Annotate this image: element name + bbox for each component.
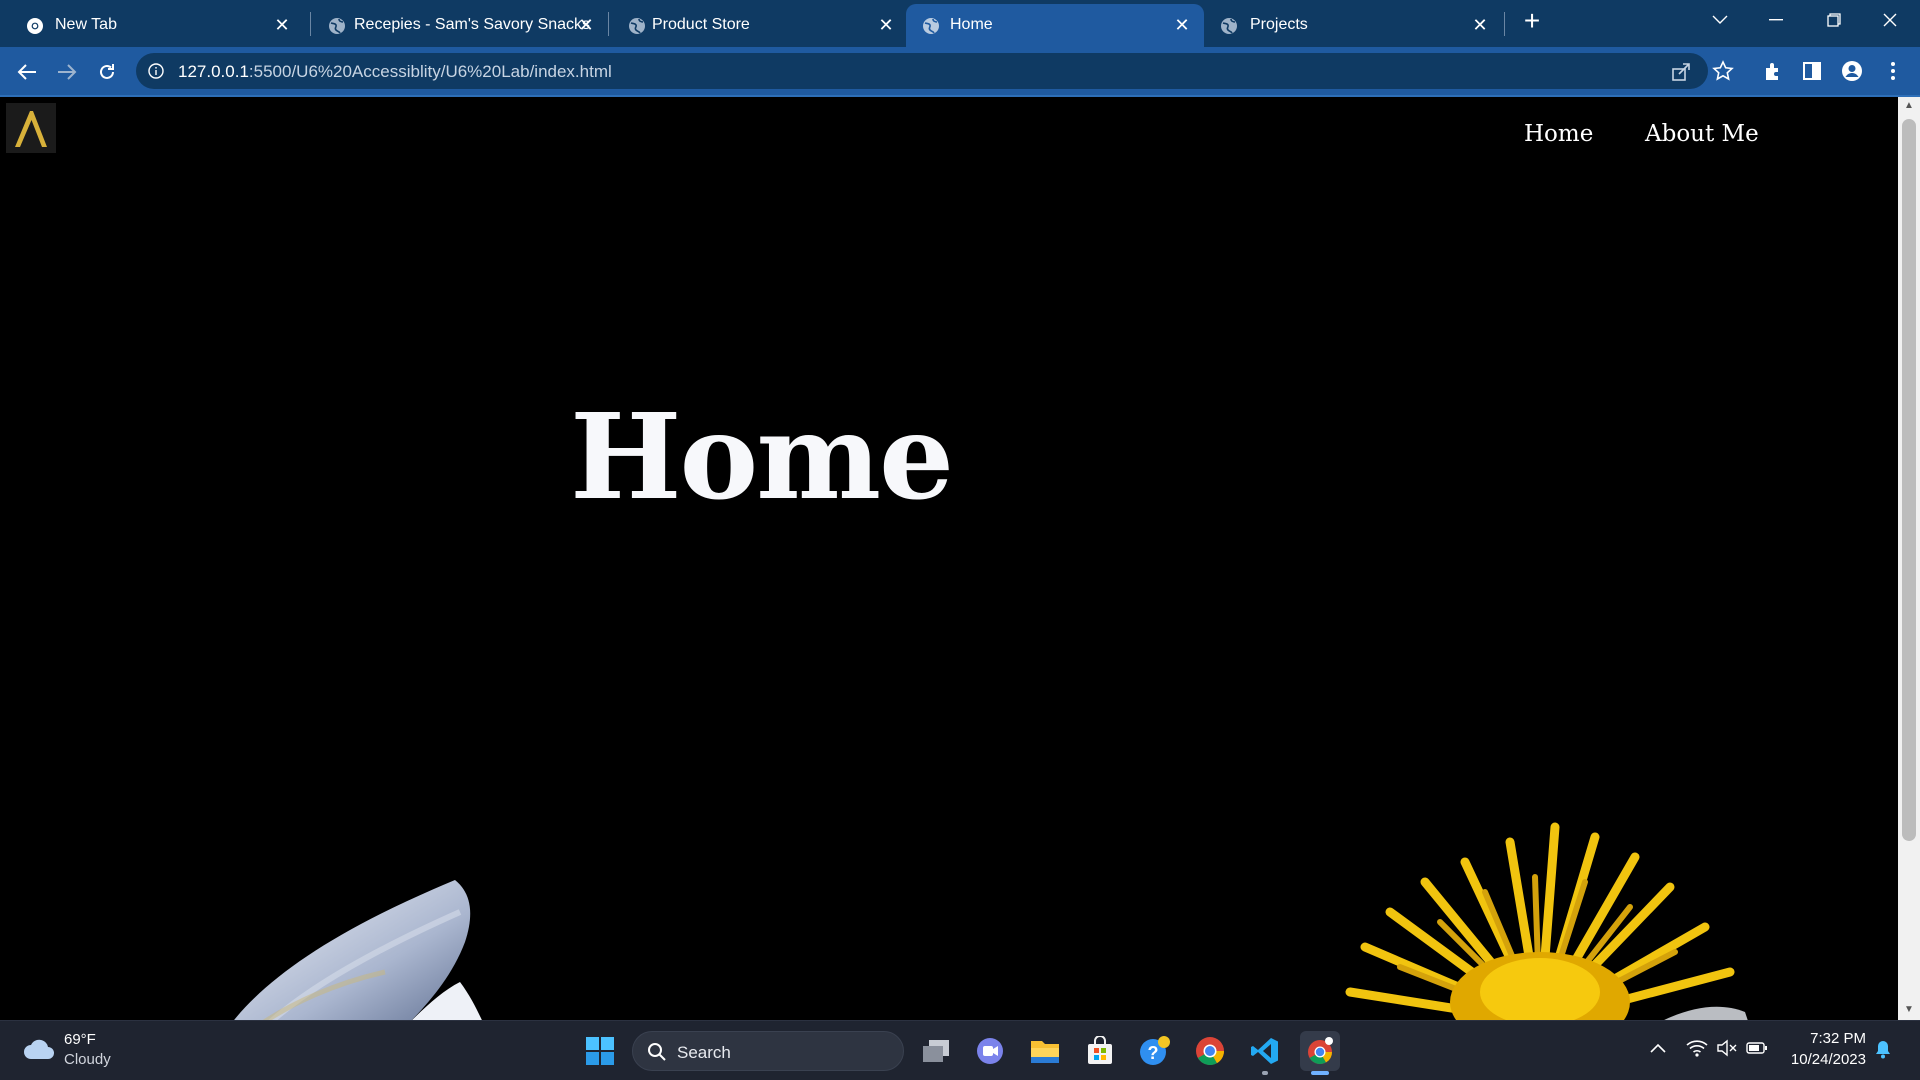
address-bar[interactable]: 127.0.0.1:5500/U6%20Accessiblity/U6%20La… xyxy=(136,53,1708,89)
tab-separator xyxy=(1504,12,1505,36)
vscode-icon xyxy=(1251,1038,1278,1064)
tab-separator xyxy=(608,12,609,36)
reload-button[interactable] xyxy=(90,55,124,89)
yellow-dandelion-image xyxy=(1345,822,1748,1020)
globe-icon xyxy=(1221,18,1237,34)
page-viewport: Home About Me Home xyxy=(0,97,1898,1020)
share-icon[interactable] xyxy=(1670,61,1692,83)
cloud-icon xyxy=(24,1039,54,1059)
active-app-indicator xyxy=(1311,1071,1329,1075)
nav-home-link[interactable]: Home xyxy=(1524,121,1593,147)
restore-button[interactable] xyxy=(1814,4,1854,36)
battery-icon[interactable] xyxy=(1746,1040,1768,1056)
chrome-icon xyxy=(1196,1037,1224,1065)
tab-title: Home xyxy=(950,16,993,33)
tab-title: Product Store xyxy=(652,16,750,33)
volume-muted-icon[interactable] xyxy=(1716,1039,1738,1057)
info-icon[interactable] xyxy=(148,63,164,79)
teams-chat-icon xyxy=(977,1038,1003,1064)
running-indicator xyxy=(1262,1071,1268,1075)
notification-bell-icon[interactable] xyxy=(1874,1039,1892,1059)
weather-temperature: 69°F xyxy=(64,1031,96,1048)
search-icon xyxy=(648,1043,666,1061)
back-button[interactable] xyxy=(10,55,44,89)
task-view-icon xyxy=(923,1040,949,1062)
nav-about-me-link[interactable]: About Me xyxy=(1645,121,1759,147)
globe-icon xyxy=(629,18,645,34)
white-flower-image xyxy=(234,880,482,1020)
chrome-canary-icon xyxy=(1308,1037,1333,1065)
store-icon xyxy=(1088,1036,1112,1064)
scroll-down-icon[interactable]: ▼ xyxy=(1903,1005,1915,1015)
forward-button[interactable] xyxy=(50,55,84,89)
clock-time[interactable]: 7:32 PM xyxy=(1810,1030,1866,1047)
start-button[interactable] xyxy=(580,1031,620,1071)
help-icon: ? xyxy=(1140,1036,1170,1065)
chrome-icon xyxy=(27,18,43,34)
tab-title: Projects xyxy=(1250,16,1308,33)
lambda-logo-icon xyxy=(15,111,47,147)
teams-chat-button[interactable] xyxy=(970,1031,1010,1071)
taskbar: 69°F Cloudy Search ? 7:32 PM 10/24/2023 xyxy=(0,1020,1920,1080)
tab-recepies[interactable]: Recepies - Sam's Savory Snacks ✕ xyxy=(312,4,608,47)
tab-separator xyxy=(310,12,311,36)
vscode-button[interactable] xyxy=(1245,1031,1285,1071)
tab-new-tab[interactable]: New Tab ✕ xyxy=(8,4,304,47)
minimize-button[interactable] xyxy=(1756,4,1796,36)
tab-home[interactable]: Home ✕ xyxy=(906,4,1204,47)
start-icon xyxy=(586,1037,614,1065)
chrome-button[interactable] xyxy=(1190,1031,1230,1071)
taskbar-search[interactable]: Search xyxy=(632,1031,904,1071)
tab-product-store[interactable]: Product Store ✕ xyxy=(612,4,908,47)
close-tab-icon[interactable]: ✕ xyxy=(1468,13,1492,37)
get-help-button[interactable]: ? xyxy=(1135,1031,1175,1071)
svg-text:?: ? xyxy=(1148,1043,1159,1063)
weather-condition: Cloudy xyxy=(64,1051,111,1068)
clock-date[interactable]: 10/24/2023 xyxy=(1791,1051,1866,1068)
chevron-up-icon[interactable] xyxy=(1650,1043,1666,1053)
hero-title: Home xyxy=(570,387,954,526)
store-button[interactable] xyxy=(1080,1031,1120,1071)
close-window-button[interactable] xyxy=(1870,4,1910,36)
menu-kebab-icon[interactable] xyxy=(1882,60,1904,82)
tab-search-icon[interactable] xyxy=(1700,4,1740,36)
scroll-thumb[interactable] xyxy=(1902,119,1916,841)
browser-toolbar: 127.0.0.1:5500/U6%20Accessiblity/U6%20La… xyxy=(0,47,1920,95)
close-tab-icon[interactable]: ✕ xyxy=(1170,13,1194,37)
browser-tab-strip: New Tab ✕ Recepies - Sam's Savory Snacks… xyxy=(0,0,1920,47)
tab-title: Recepies - Sam's Savory Snacks xyxy=(354,16,591,33)
globe-icon xyxy=(923,18,939,34)
site-logo[interactable] xyxy=(6,103,56,153)
scroll-up-icon[interactable]: ▲ xyxy=(1903,101,1915,111)
globe-icon xyxy=(329,18,345,34)
file-explorer-icon xyxy=(1031,1041,1059,1063)
bookmark-star-icon[interactable] xyxy=(1712,60,1734,82)
task-view-button[interactable] xyxy=(916,1031,956,1071)
profile-icon[interactable] xyxy=(1841,60,1863,82)
url-host: 127.0.0.1 xyxy=(178,62,249,81)
wifi-icon[interactable] xyxy=(1686,1039,1708,1057)
url-path: :5500/U6%20Accessiblity/U6%20Lab/index.h… xyxy=(248,62,612,81)
search-label: Search xyxy=(677,1043,731,1062)
tab-title: New Tab xyxy=(55,16,117,33)
new-tab-button[interactable]: + xyxy=(1518,7,1546,36)
tab-projects[interactable]: Projects ✕ xyxy=(1206,4,1502,47)
close-tab-icon[interactable]: ✕ xyxy=(270,13,294,37)
close-tab-icon[interactable]: ✕ xyxy=(874,13,898,37)
close-tab-icon[interactable]: ✕ xyxy=(574,13,598,37)
file-explorer-button[interactable] xyxy=(1025,1031,1065,1071)
page-scrollbar[interactable]: ▲ ▼ xyxy=(1898,97,1920,1020)
extensions-icon[interactable] xyxy=(1762,60,1784,82)
side-panel-icon[interactable] xyxy=(1801,60,1823,82)
address-url[interactable]: 127.0.0.1:5500/U6%20Accessiblity/U6%20La… xyxy=(178,62,612,82)
chrome-canary-button[interactable] xyxy=(1300,1031,1340,1071)
